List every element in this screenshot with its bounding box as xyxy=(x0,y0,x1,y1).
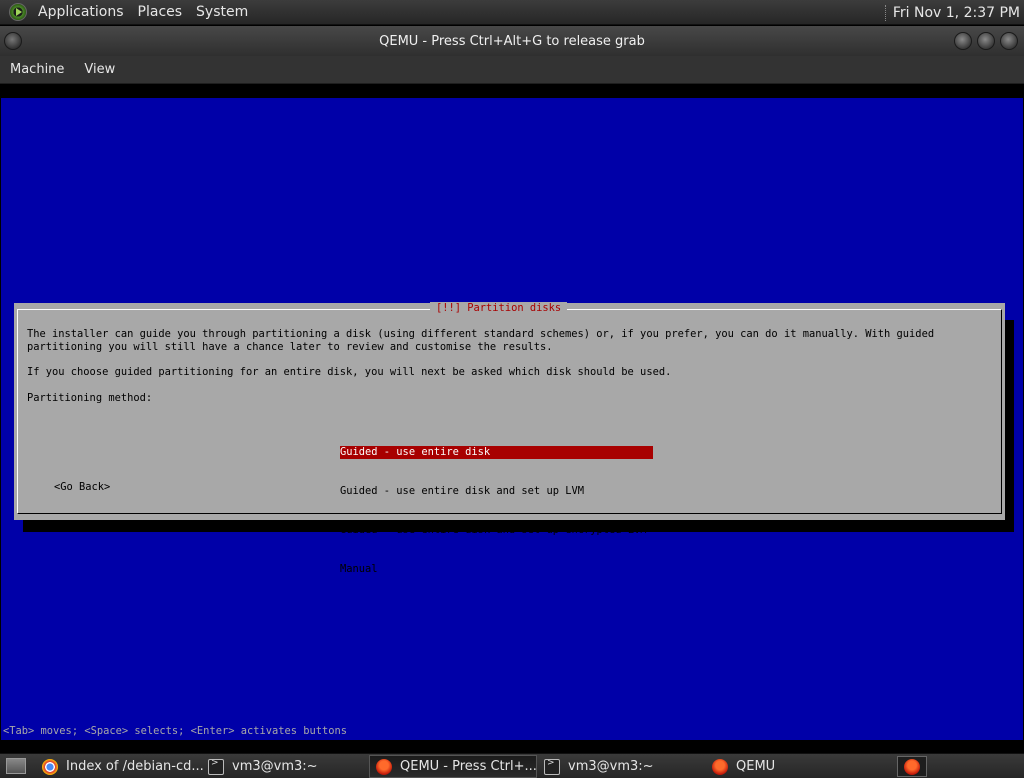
terminal-icon xyxy=(544,758,560,775)
window-menu-button[interactable] xyxy=(4,32,22,50)
clock[interactable]: Fri Nov 1, 2:37 PM xyxy=(893,5,1020,21)
task-label: vm3@vm3:~ xyxy=(568,759,654,774)
dialog-title: [!!] Partition disks xyxy=(430,302,568,315)
panel-separator xyxy=(884,4,887,21)
window-titlebar[interactable]: QEMU - Press Ctrl+Alt+G to release grab xyxy=(0,26,1024,56)
task-label: QEMU xyxy=(736,759,776,774)
option-guided-entire-disk[interactable]: Guided - use entire disk xyxy=(340,446,653,459)
machine-menu[interactable]: Machine xyxy=(0,62,74,77)
tray-qemu-button[interactable] xyxy=(897,756,927,777)
task-label: QEMU - Press Ctrl+... xyxy=(400,759,537,774)
option-guided-lvm[interactable]: Guided - use entire disk and set up LVM xyxy=(340,485,653,498)
task-terminal-2[interactable]: vm3@vm3:~ xyxy=(538,755,706,778)
chrome-icon xyxy=(42,758,58,775)
qemu-icon xyxy=(904,758,920,775)
show-desktop-icon[interactable] xyxy=(6,758,26,774)
places-menu[interactable]: Places xyxy=(131,4,190,20)
top-panel: Applications Places System Fri Nov 1, 2:… xyxy=(0,0,1024,25)
task-qemu-active[interactable]: QEMU - Press Ctrl+... xyxy=(369,755,537,778)
system-menu[interactable]: System xyxy=(189,4,255,20)
applications-menu[interactable]: Applications xyxy=(31,4,131,20)
close-button[interactable] xyxy=(1000,32,1018,50)
partition-dialog: [!!] Partition disks The installer can g… xyxy=(14,302,1005,575)
menubar: Machine View xyxy=(0,56,1024,84)
option-guided-encrypted-lvm[interactable]: Guided - use entire disk and set up encr… xyxy=(340,524,653,537)
task-browser[interactable]: Index of /debian-cd... xyxy=(36,755,204,778)
dialog-text-line: If you choose guided partitioning for an… xyxy=(27,366,672,378)
dialog-text-line: partitioning you will still have a chanc… xyxy=(27,341,553,353)
terminal-icon xyxy=(208,758,224,775)
partitioning-method-label: Partitioning method: xyxy=(27,392,153,404)
dialog-text-line: The installer can guide you through part… xyxy=(27,328,935,340)
task-terminal-1[interactable]: vm3@vm3:~ xyxy=(202,755,370,778)
bottom-taskbar: Index of /debian-cd... vm3@vm3:~ QEMU - … xyxy=(0,753,1024,778)
qemu-icon xyxy=(376,758,392,775)
window-title: QEMU - Press Ctrl+Alt+G to release grab xyxy=(379,33,645,49)
partitioning-method-list: Guided - use entire disk Guided - use en… xyxy=(340,420,653,602)
help-status-line: <Tab> moves; <Space> selects; <Enter> ac… xyxy=(3,725,348,737)
task-label: Index of /debian-cd... xyxy=(66,759,204,774)
qemu-display[interactable]: [!!] Partition disks The installer can g… xyxy=(1,98,1023,740)
maximize-button[interactable] xyxy=(977,32,995,50)
task-label: vm3@vm3:~ xyxy=(232,759,318,774)
qemu-icon xyxy=(712,758,728,775)
go-back-button[interactable]: <Go Back> xyxy=(54,481,110,494)
minimize-button[interactable] xyxy=(954,32,972,50)
option-manual[interactable]: Manual xyxy=(340,563,653,576)
gnome-foot-icon[interactable] xyxy=(9,3,27,21)
view-menu[interactable]: View xyxy=(74,62,125,77)
task-qemu-2[interactable]: QEMU xyxy=(706,755,874,778)
